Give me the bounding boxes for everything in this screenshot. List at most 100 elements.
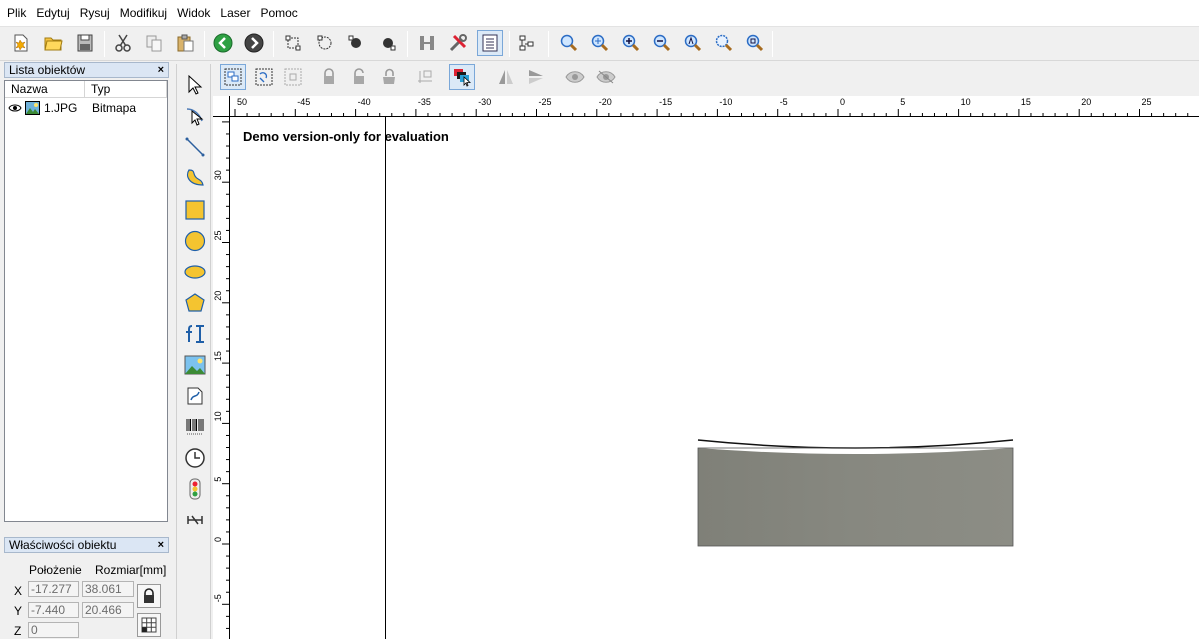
eye-icon [565, 71, 585, 83]
zoom-page-icon [746, 34, 764, 52]
list-item[interactable]: 1.JPG Bitmapa [5, 100, 167, 116]
bitmap-object[interactable] [695, 436, 1015, 548]
back-button[interactable] [210, 30, 236, 56]
ellipse-tool[interactable] [182, 259, 208, 285]
zoom-in-button[interactable] [618, 30, 644, 56]
curve-tool[interactable] [182, 165, 208, 191]
new-file-icon [14, 34, 28, 52]
zoom-fit-button[interactable] [587, 30, 613, 56]
node-tool[interactable] [182, 103, 208, 129]
ruler-label: -20 [599, 97, 612, 107]
zoom-out-button[interactable] [649, 30, 675, 56]
ruler-label: 30 [213, 170, 223, 180]
open-file-button[interactable] [40, 30, 66, 56]
copy-button[interactable] [141, 30, 167, 56]
tree-icon [519, 35, 534, 51]
y-size-field[interactable]: 20.466 [82, 602, 134, 618]
node-circle-icon [317, 35, 332, 50]
menu-laser[interactable]: Laser [215, 4, 255, 22]
select-tool[interactable] [182, 72, 208, 98]
properties-close-button[interactable]: × [158, 538, 164, 552]
zoom-page-button[interactable] [742, 30, 768, 56]
node-filled-icon [348, 35, 361, 48]
menu-widok[interactable]: Widok [172, 4, 215, 22]
combine-button[interactable] [280, 64, 306, 90]
eye-icon[interactable] [8, 102, 22, 114]
cut-button[interactable] [110, 30, 136, 56]
lock-object-button[interactable] [316, 64, 342, 90]
column-header-type[interactable]: Typ [85, 81, 167, 98]
layers-button[interactable] [514, 30, 540, 56]
unlock-all-button[interactable] [376, 64, 402, 90]
forward-button[interactable] [241, 30, 267, 56]
hide-objects-button[interactable] [593, 64, 619, 90]
lock-closed-icon [324, 68, 334, 84]
node-pointer-icon [186, 108, 204, 126]
y-position-field[interactable]: -7.440 [28, 602, 79, 618]
vector-file-tool[interactable] [182, 383, 208, 409]
z-position-field[interactable]: 0 [28, 622, 79, 638]
object-list-toggle-button[interactable] [477, 30, 503, 56]
show-objects-button[interactable] [562, 64, 588, 90]
polygon-tool[interactable] [182, 290, 208, 316]
rectangle-icon [185, 200, 205, 220]
drawing-canvas[interactable]: 50 -45 -40 -35 -30 -25 -20 -15 -10 -5 0 5 10 15 20 25 30… [213, 96, 1199, 639]
pen-color-button[interactable] [449, 64, 475, 90]
circle-tool[interactable] [182, 228, 208, 254]
ruler-label: 5 [900, 97, 905, 107]
column-header-name[interactable]: Nazwa [5, 81, 85, 98]
mirror-horizontal-icon [499, 70, 513, 84]
x-position-field[interactable]: -17.277 [28, 581, 79, 597]
zoom-selection-button[interactable] [711, 30, 737, 56]
clock-icon [185, 448, 205, 468]
menu-rysuj[interactable]: Rysuj [75, 4, 115, 22]
bitmap-tool[interactable] [182, 352, 208, 378]
new-file-button[interactable] [8, 30, 34, 56]
vertical-ruler[interactable]: 30 25 20 15 10 5 0 -5 [213, 117, 230, 639]
paste-button[interactable] [172, 30, 198, 56]
node-square-icon [285, 35, 301, 51]
h-bar-icon [420, 36, 434, 50]
delay-tool[interactable] [182, 507, 208, 533]
node-edit-button[interactable] [280, 30, 306, 56]
menu-plik[interactable]: Plik [2, 4, 31, 22]
date-time-tool[interactable] [182, 445, 208, 471]
rectangle-tool[interactable] [182, 197, 208, 223]
align-button[interactable] [414, 30, 440, 56]
object-list-close-button[interactable]: × [158, 63, 164, 77]
unlock-object-button[interactable] [346, 64, 372, 90]
lock-ratio-button[interactable] [137, 584, 161, 608]
image-icon [184, 355, 206, 375]
node-add-button[interactable] [312, 30, 338, 56]
delay-icon [187, 515, 203, 525]
properties-title-bar: Właściwości obiektu × [4, 537, 169, 553]
x-size-field[interactable]: 38.061 [82, 581, 134, 597]
menu-edytuj[interactable]: Edytuj [31, 4, 74, 22]
group-select-button[interactable] [220, 64, 246, 90]
main-toolbar [0, 27, 1199, 61]
guide-line[interactable] [385, 117, 386, 639]
node-delete-button[interactable] [343, 30, 369, 56]
menu-pomoc[interactable]: Pomoc [255, 4, 302, 22]
anchor-grid-button[interactable] [137, 613, 161, 637]
horizontal-ruler[interactable]: 50-45-40-35-30-25-20-15-10-5051015202530 [230, 96, 1199, 117]
mirror-vertical-button[interactable] [523, 64, 549, 90]
origin-icon [418, 70, 432, 83]
save-button[interactable] [72, 30, 98, 56]
tools-button[interactable] [445, 30, 471, 56]
zoom-button[interactable] [556, 30, 582, 56]
ruler-label: -45 [297, 97, 310, 107]
line-tool[interactable] [182, 134, 208, 160]
barcode-tool[interactable] [182, 414, 208, 440]
ungroup-icon [255, 68, 273, 86]
origin-button[interactable] [412, 64, 438, 90]
zoom-all-button[interactable] [680, 30, 706, 56]
node-join-button[interactable] [375, 30, 401, 56]
menu-modifikuj[interactable]: Modifikuj [115, 4, 172, 22]
ruler-label: -35 [418, 97, 431, 107]
text-tool[interactable] [182, 321, 208, 347]
input-output-tool[interactable] [182, 476, 208, 502]
ungroup-button[interactable] [251, 64, 277, 90]
traffic-light-icon [189, 478, 201, 500]
mirror-horizontal-button[interactable] [493, 64, 519, 90]
